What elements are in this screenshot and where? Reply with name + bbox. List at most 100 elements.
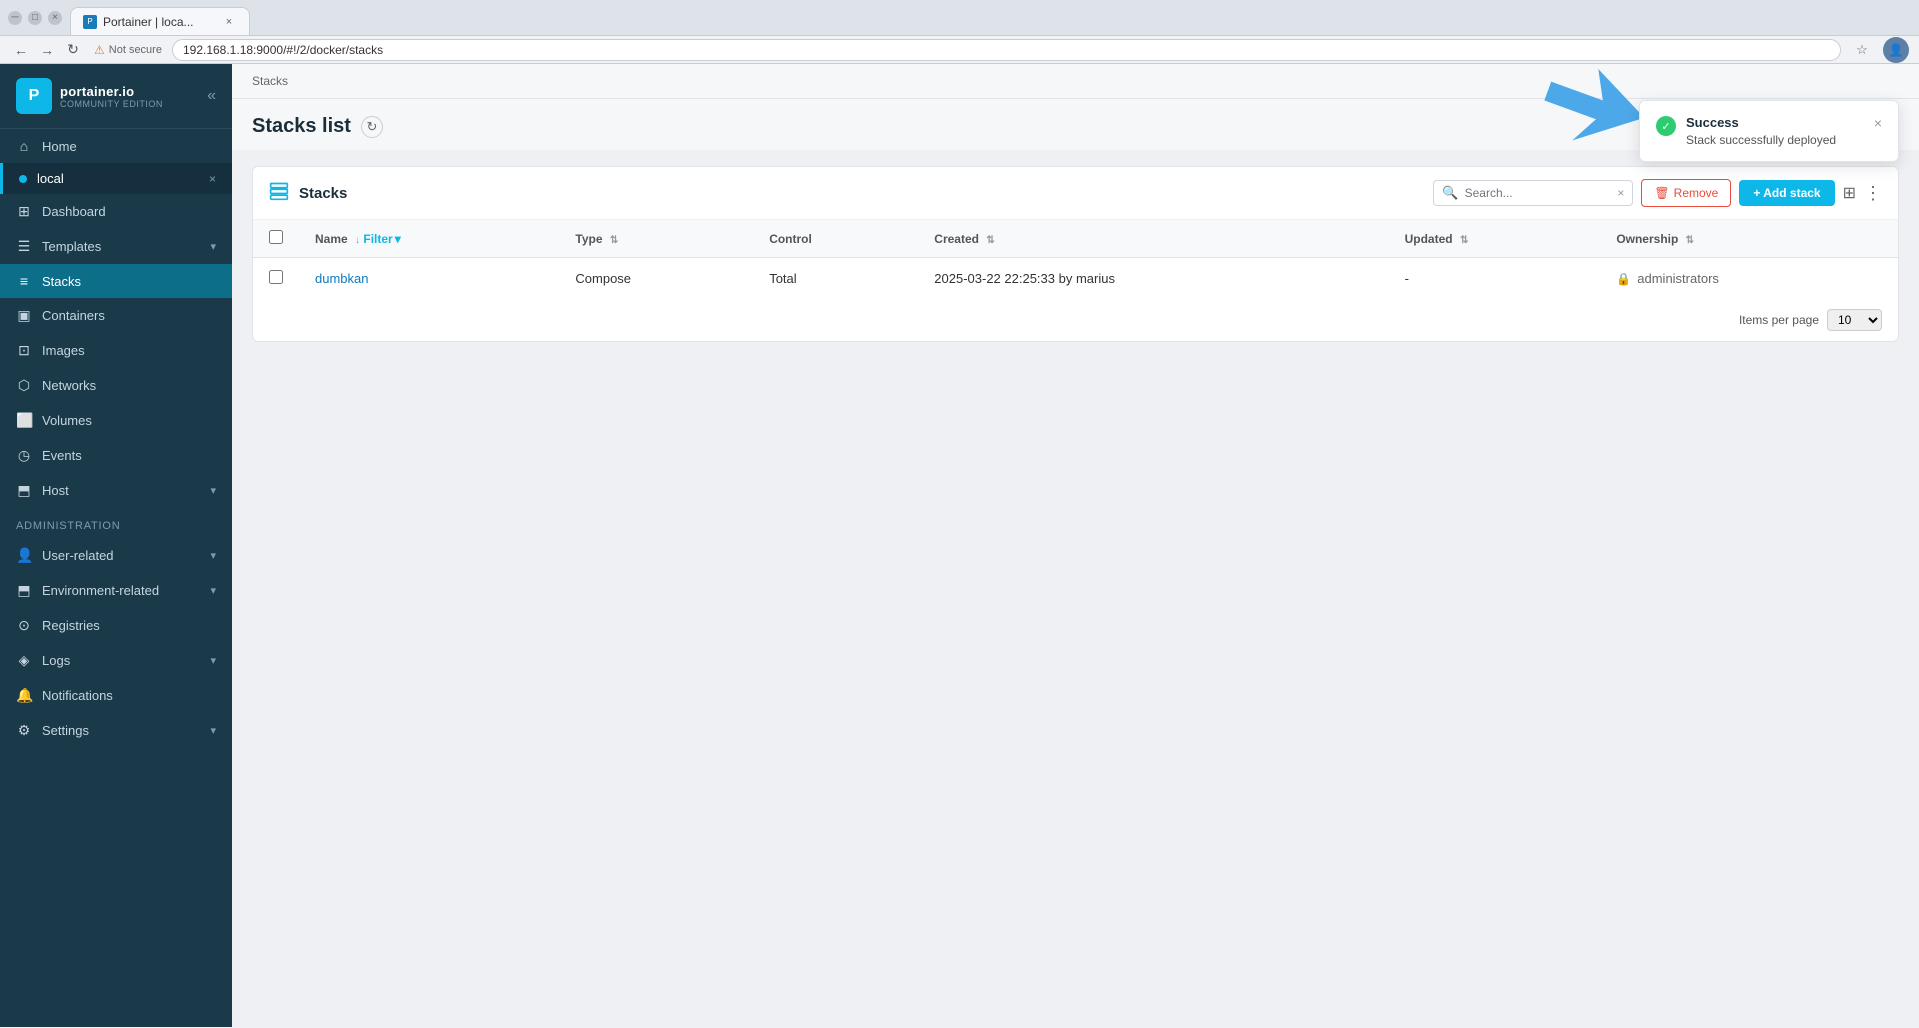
toast-close-button[interactable]: × <box>1874 115 1882 131</box>
ownership-column-header: Ownership ⇅ <box>1600 220 1898 258</box>
updated-sort-icon: ⇅ <box>1460 235 1468 246</box>
created-column-header: Created ⇅ <box>918 220 1388 258</box>
table-row: dumbkan Compose Total 2025-03-22 22:25:3… <box>253 258 1898 300</box>
stack-name-link[interactable]: dumbkan <box>315 271 368 286</box>
add-stack-button[interactable]: + Add stack <box>1739 180 1834 206</box>
logo-text: portainer.io COMMUNITY EDITION <box>60 84 163 109</box>
env-close-button[interactable]: × <box>209 172 216 186</box>
active-tab[interactable]: P Portainer | loca... × <box>70 7 250 35</box>
minimize-button[interactable]: ─ <box>8 11 22 25</box>
tab-title: Portainer | loca... <box>103 15 194 29</box>
omnibar: ← → ↻ ⚠ Not secure 192.168.1.18:9000/#!/… <box>0 36 1919 64</box>
sidebar-item-environment-related[interactable]: ⬒ Environment-related ▾ <box>0 573 232 608</box>
nav-controls: ← → ↻ <box>10 39 84 61</box>
networks-icon: ⬡ <box>16 377 32 394</box>
row-checkbox-cell <box>253 258 299 300</box>
row-checkbox[interactable] <box>269 270 283 284</box>
breadcrumb: Stacks <box>232 64 1919 99</box>
forward-button[interactable]: → <box>36 39 58 61</box>
host-icon: ⬒ <box>16 482 32 499</box>
name-filter-button[interactable]: Filter ▾ <box>363 232 400 246</box>
sidebar-item-stacks[interactable]: ≡ Stacks <box>0 264 232 298</box>
sidebar-item-networks[interactable]: ⬡ Networks <box>0 368 232 403</box>
name-column-header: Name ↓ Filter ▾ <box>299 220 559 258</box>
logo-icon: P <box>16 78 52 114</box>
sidebar-item-settings[interactable]: ⚙ Settings ▾ <box>0 713 232 748</box>
sidebar-label-events: Events <box>42 448 216 463</box>
back-button[interactable]: ← <box>10 39 32 61</box>
search-input[interactable] <box>1465 186 1612 200</box>
sidebar-item-logs[interactable]: ◈ Logs ▾ <box>0 643 232 678</box>
remove-label: Remove <box>1674 186 1719 200</box>
sidebar-item-templates[interactable]: ☰ Templates ▾ <box>0 229 232 264</box>
arrow-icon <box>1533 55 1654 164</box>
sidebar-item-notifications[interactable]: 🔔 Notifications <box>0 678 232 713</box>
logo-subtitle: COMMUNITY EDITION <box>60 99 163 109</box>
url-bar[interactable]: 192.168.1.18:9000/#!/2/docker/stacks <box>172 39 1841 61</box>
security-indicator: ⚠ Not secure <box>94 43 162 57</box>
logo-title: portainer.io <box>60 84 163 99</box>
search-box: 🔍 × <box>1433 180 1633 206</box>
sidebar-label-stacks: Stacks <box>42 274 216 289</box>
sidebar-label-dashboard: Dashboard <box>42 204 216 219</box>
search-icon: 🔍 <box>1442 185 1458 201</box>
more-options-button[interactable]: ⋮ <box>1864 183 1882 204</box>
view-toggle-button[interactable]: ⊞ <box>1843 183 1856 203</box>
sidebar-item-volumes[interactable]: ⬜ Volumes <box>0 403 232 438</box>
stacks-card: Stacks 🔍 × 🗑 Remove + Add stack <box>252 166 1899 342</box>
logs-chevron-icon: ▾ <box>210 654 216 667</box>
maximize-button[interactable]: □ <box>28 11 42 25</box>
row-control-cell: Total <box>753 258 918 300</box>
sidebar-item-dashboard[interactable]: ⊞ Dashboard <box>0 194 232 229</box>
close-button[interactable]: × <box>48 11 62 25</box>
toast-message: Stack successfully deployed <box>1686 133 1864 147</box>
env-status-dot <box>19 175 27 183</box>
ownership-value: 🔒 administrators <box>1616 271 1882 286</box>
refresh-button[interactable]: ↻ <box>361 116 383 138</box>
control-header-label: Control <box>769 232 812 246</box>
sidebar-label-logs: Logs <box>42 653 200 668</box>
table-header: Name ↓ Filter ▾ Type ⇅ C <box>253 220 1898 258</box>
tab-close-button[interactable]: × <box>221 14 237 30</box>
stacks-card-icon <box>269 181 289 206</box>
sidebar-item-host[interactable]: ⬒ Host ▾ <box>0 473 232 508</box>
containers-icon: ▣ <box>16 307 32 324</box>
sidebar-item-home[interactable]: ⌂ Home <box>0 129 232 163</box>
volumes-icon: ⬜ <box>16 412 32 429</box>
ownership-label: administrators <box>1637 271 1719 286</box>
sidebar-item-images[interactable]: ⊡ Images <box>0 333 232 368</box>
stacks-icon: ≡ <box>16 273 32 289</box>
sidebar-item-user-related[interactable]: 👤 User-related ▾ <box>0 538 232 573</box>
card-header: Stacks 🔍 × 🗑 Remove + Add stack <box>253 167 1898 220</box>
profile-button[interactable]: 👤 <box>1883 37 1909 63</box>
sidebar-collapse-button[interactable]: « <box>207 87 216 105</box>
ownership-header-label: Ownership <box>1616 232 1678 246</box>
reload-button[interactable]: ↻ <box>62 39 84 61</box>
admin-section-header: Administration <box>0 508 232 538</box>
select-all-checkbox[interactable] <box>269 230 283 244</box>
host-chevron-icon: ▾ <box>210 484 216 497</box>
logs-icon: ◈ <box>16 652 32 669</box>
type-sort-icon: ⇅ <box>610 235 618 246</box>
row-ownership-cell: 🔒 administrators <box>1600 258 1898 300</box>
ownership-icon: 🔒 <box>1616 272 1631 286</box>
remove-button[interactable]: 🗑 Remove <box>1641 179 1731 207</box>
sidebar-item-registries[interactable]: ⊙ Registries <box>0 608 232 643</box>
notifications-icon: 🔔 <box>16 687 32 704</box>
events-icon: ◷ <box>16 447 32 464</box>
registries-icon: ⊙ <box>16 617 32 634</box>
sidebar-item-events[interactable]: ◷ Events <box>0 438 232 473</box>
sidebar-label-containers: Containers <box>42 308 216 323</box>
items-per-page-select[interactable]: 10 25 50 100 <box>1827 309 1882 331</box>
security-icon: ⚠ <box>94 43 105 57</box>
type-column-header: Type ⇅ <box>559 220 753 258</box>
search-clear-button[interactable]: × <box>1617 186 1624 200</box>
sidebar-item-containers[interactable]: ▣ Containers <box>0 298 232 333</box>
row-name-cell: dumbkan <box>299 258 559 300</box>
bookmark-button[interactable]: ☆ <box>1851 39 1873 61</box>
created-sort-icon: ⇅ <box>986 235 994 246</box>
sidebar-environment: local × <box>0 163 232 194</box>
admin-section-label: Administration <box>16 520 121 532</box>
control-column-header: Control <box>753 220 918 258</box>
environment-related-chevron-icon: ▾ <box>210 584 216 597</box>
